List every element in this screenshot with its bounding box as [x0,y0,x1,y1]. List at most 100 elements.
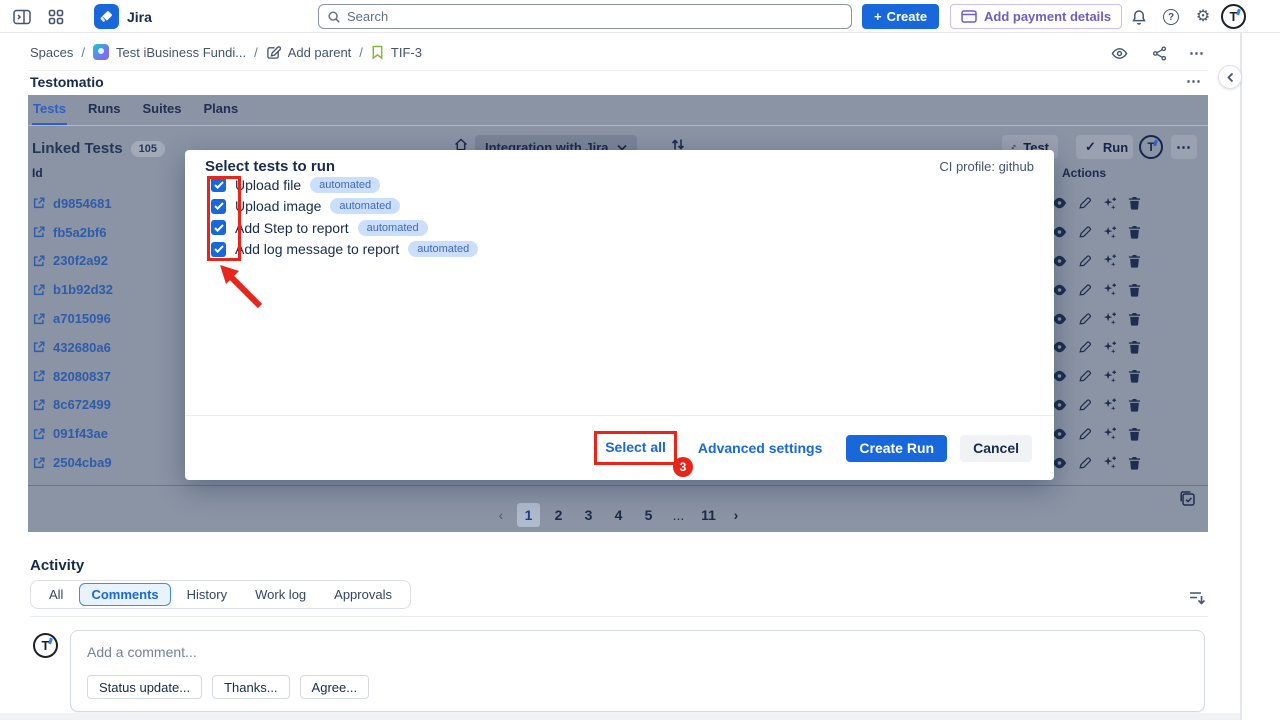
ai-sparkles-icon[interactable] [1102,282,1117,297]
table-more-icon[interactable]: ⋯ [1171,135,1197,159]
create-button[interactable]: + Create [862,4,939,29]
activity-tab-approvals[interactable]: Approvals [322,583,404,606]
view-eye-icon[interactable] [1052,369,1067,384]
delete-trash-icon[interactable] [1127,196,1142,211]
test-id-link[interactable]: b1b92d32 [53,282,113,297]
activity-sort-icon[interactable] [1188,589,1206,606]
select-tests-icon[interactable] [1178,489,1197,508]
breadcrumb-add-parent[interactable]: Add parent [266,45,352,60]
panel-more-icon[interactable]: ⋯ [1186,72,1202,90]
jira-logo[interactable]: Jira [94,4,152,29]
delete-trash-icon[interactable] [1127,253,1142,268]
view-eye-icon[interactable] [1052,196,1067,211]
view-eye-icon[interactable] [1052,397,1067,412]
user-avatar[interactable]: T [1221,4,1246,29]
pagination-page[interactable]: 4 [607,503,630,527]
edit-pencil-icon[interactable] [1077,282,1092,297]
quick-reply-button[interactable]: Status update... [87,675,202,699]
edit-pencil-icon[interactable] [1077,369,1092,384]
pagination-page[interactable]: 1 [517,503,540,527]
share-icon[interactable] [1144,42,1174,64]
panel-tab-tests[interactable]: Tests [32,101,67,125]
pagination-next-icon[interactable]: › [727,507,745,523]
view-eye-icon[interactable] [1052,426,1067,441]
checkbox-checked[interactable] [211,177,226,192]
edit-pencil-icon[interactable] [1077,455,1092,470]
breadcrumb-issue[interactable]: TIF-3 [371,45,422,60]
view-eye-icon[interactable] [1052,282,1067,297]
pagination-page[interactable]: 3 [577,503,600,527]
edit-pencil-icon[interactable] [1077,253,1092,268]
delete-trash-icon[interactable] [1127,455,1142,470]
ai-sparkles-icon[interactable] [1102,311,1117,326]
advanced-settings-link[interactable]: Advanced settings [698,440,822,456]
testomatio-logo[interactable]: T [1139,135,1163,159]
ai-sparkles-icon[interactable] [1102,426,1117,441]
global-search[interactable] [318,4,852,29]
settings-gear-icon[interactable]: ⚙ [1193,7,1213,27]
test-id-link[interactable]: 230f2a92 [53,253,108,268]
panel-tab-plans[interactable]: Plans [203,101,240,125]
comment-box[interactable]: Add a comment... Status update... Thanks.… [70,630,1205,712]
test-id-link[interactable]: 8c672499 [53,397,111,412]
ai-sparkles-icon[interactable] [1102,369,1117,384]
edit-pencil-icon[interactable] [1077,311,1092,326]
delete-trash-icon[interactable] [1127,225,1142,240]
edit-pencil-icon[interactable] [1077,225,1092,240]
ai-sparkles-icon[interactable] [1102,225,1117,240]
notifications-bell-icon[interactable] [1129,7,1149,27]
search-input[interactable] [347,9,843,24]
checkbox-checked[interactable] [211,242,226,257]
view-eye-icon[interactable] [1052,311,1067,326]
pagination-page[interactable]: 11 [697,503,720,527]
panel-tab-suites[interactable]: Suites [142,101,183,125]
run-button[interactable]: ✓ Run [1076,135,1133,159]
test-id-link[interactable]: d9854681 [53,196,112,211]
collapse-panel-button[interactable] [1218,65,1242,89]
ai-sparkles-icon[interactable] [1102,196,1117,211]
comment-input[interactable]: Add a comment... [87,644,197,660]
app-switcher-icon[interactable] [46,7,66,27]
edit-pencil-icon[interactable] [1077,397,1092,412]
view-eye-icon[interactable] [1052,455,1067,470]
checkbox-checked[interactable] [211,199,226,214]
edit-pencil-icon[interactable] [1077,340,1092,355]
activity-tab-history[interactable]: History [175,583,239,606]
test-id-link[interactable]: 091f43ae [53,426,108,441]
activity-tab-all[interactable]: All [37,583,75,606]
checkbox-checked[interactable] [211,220,226,235]
view-eye-icon[interactable] [1052,253,1067,268]
ai-sparkles-icon[interactable] [1102,253,1117,268]
view-eye-icon[interactable] [1052,225,1067,240]
delete-trash-icon[interactable] [1127,282,1142,297]
test-id-link[interactable]: fb5a2bf6 [53,225,106,240]
pagination-prev-icon[interactable]: ‹ [492,507,510,523]
sidebar-toggle-icon[interactable] [12,7,32,27]
pagination-page[interactable]: 2 [547,503,570,527]
watch-eye-icon[interactable] [1104,42,1134,64]
test-id-link[interactable]: a7015096 [53,311,111,326]
edit-pencil-icon[interactable] [1077,196,1092,211]
delete-trash-icon[interactable] [1127,340,1142,355]
delete-trash-icon[interactable] [1127,397,1142,412]
test-id-link[interactable]: 2504cba9 [53,455,112,470]
select-all-link[interactable]: Select all [605,439,666,455]
create-run-button[interactable]: Create Run [846,435,947,462]
add-payment-details-button[interactable]: Add payment details [950,4,1122,29]
activity-tab-work-log[interactable]: Work log [243,583,318,606]
delete-trash-icon[interactable] [1127,426,1142,441]
delete-trash-icon[interactable] [1127,311,1142,326]
activity-tab-comments[interactable]: Comments [79,583,170,606]
view-eye-icon[interactable] [1052,340,1067,355]
breadcrumb-space[interactable]: Test iBusiness Fundi... [93,44,246,60]
quick-reply-button[interactable]: Agree... [300,675,370,699]
breadcrumb-spaces[interactable]: Spaces [30,45,73,60]
test-id-link[interactable]: 432680a6 [53,340,111,355]
more-actions-icon[interactable]: ⋯ [1182,42,1212,64]
ai-sparkles-icon[interactable] [1102,397,1117,412]
ai-sparkles-icon[interactable] [1102,340,1117,355]
quick-reply-button[interactable]: Thanks... [212,675,289,699]
cancel-button[interactable]: Cancel [960,435,1032,462]
panel-tab-runs[interactable]: Runs [87,101,122,125]
pagination-page[interactable]: 5 [637,503,660,527]
